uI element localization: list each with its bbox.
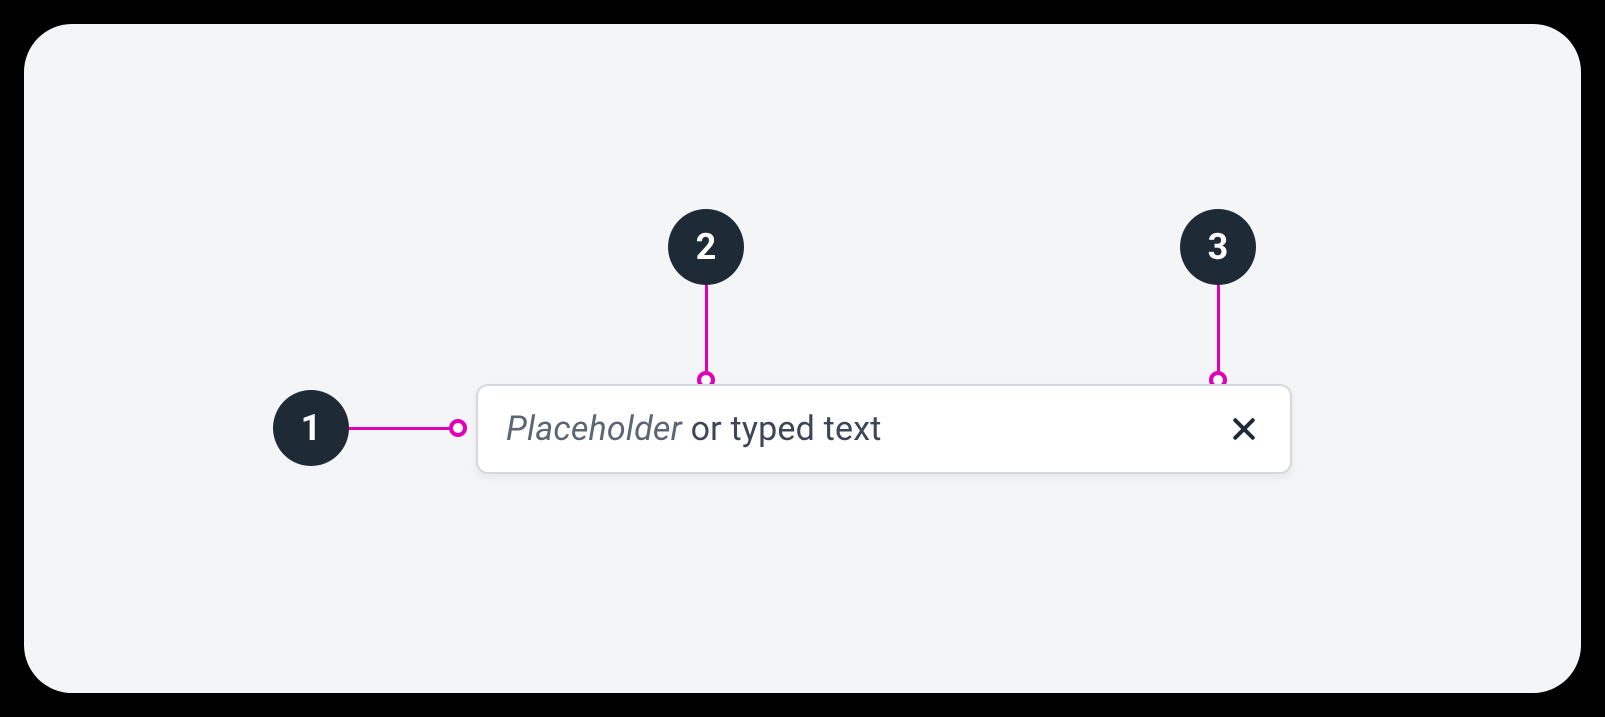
text-input[interactable]: Placeholder or typed text <box>476 384 1292 474</box>
input-display-text: Placeholder or typed text <box>506 409 882 449</box>
callout-badge-2: 2 <box>668 209 744 285</box>
input-placeholder-word: Placeholder <box>506 409 682 449</box>
clear-button[interactable] <box>1224 409 1264 449</box>
callout-number: 2 <box>696 226 717 268</box>
callout-leader-2 <box>705 285 708 375</box>
callout-number: 1 <box>301 407 322 449</box>
callout-leader-3 <box>1217 285 1220 375</box>
close-icon <box>1229 414 1259 444</box>
callout-badge-1: 1 <box>273 390 349 466</box>
canvas: 1 2 3 Placeholder or typed text <box>0 0 1605 717</box>
callout-number: 3 <box>1208 226 1229 268</box>
callout-leader-1 <box>349 427 453 430</box>
diagram-stage: 1 2 3 Placeholder or typed text <box>24 24 1581 693</box>
callout-badge-3: 3 <box>1180 209 1256 285</box>
diagram-panel: 1 2 3 Placeholder or typed text <box>24 24 1581 693</box>
input-typed-text: or typed text <box>682 409 882 449</box>
callout-endpoint-1 <box>449 419 467 437</box>
